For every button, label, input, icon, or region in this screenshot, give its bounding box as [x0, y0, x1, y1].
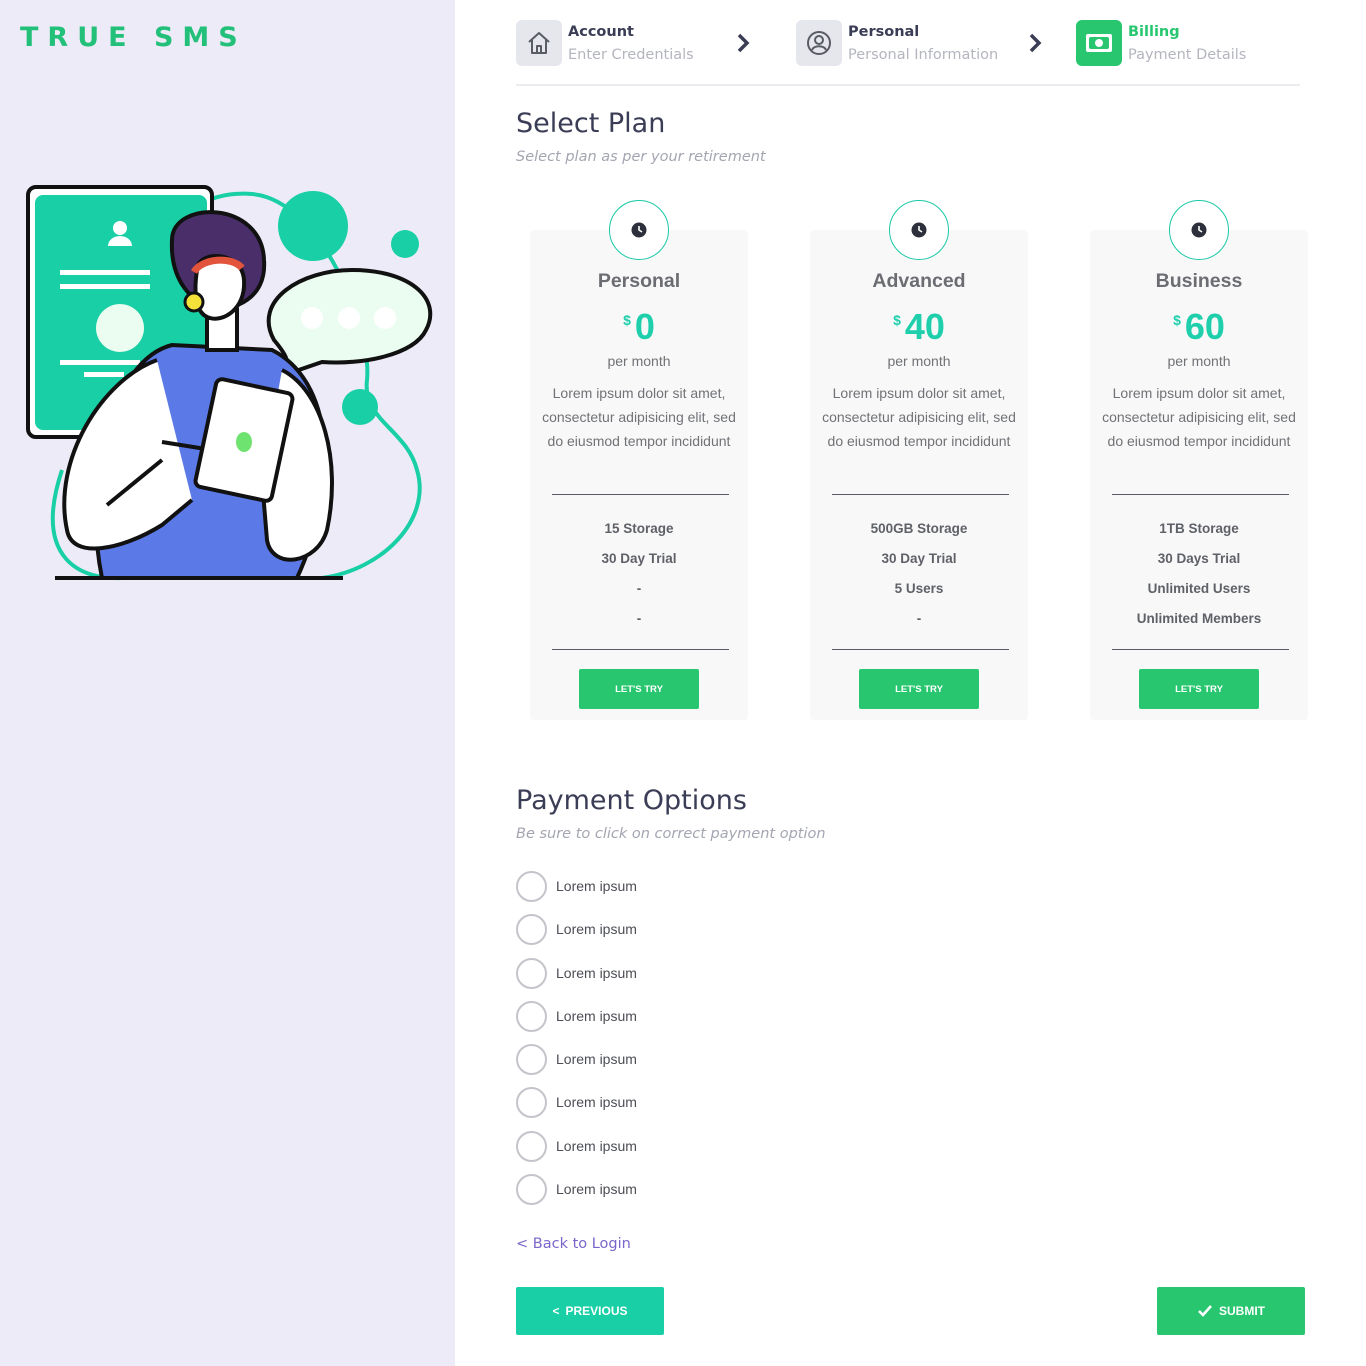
divider	[832, 494, 1009, 495]
step-subtitle: Personal Information	[848, 47, 999, 63]
clock-icon	[1169, 200, 1229, 260]
payment-section-subtitle: Be sure to click on correct payment opti…	[516, 826, 826, 842]
left-panel: TRUE SMS	[0, 0, 455, 1366]
money-bill-icon	[1076, 20, 1122, 66]
lets-try-button-advanced[interactable]: LET'S TRY	[859, 669, 979, 709]
currency-symbol: $	[623, 312, 631, 328]
step-title: Account	[568, 24, 634, 40]
currency-symbol: $	[1173, 312, 1181, 328]
previous-button-label: PREVIOUS	[565, 1304, 628, 1318]
radio-button[interactable]	[516, 1043, 547, 1075]
radio-button[interactable]	[516, 870, 547, 902]
price-amount: 40	[904, 306, 945, 347]
plan-price: $0	[530, 306, 748, 348]
payment-option-label: Lorem ipsum	[556, 1051, 637, 1067]
plan-name: Business	[1155, 270, 1243, 292]
chevron-right-icon	[1029, 33, 1042, 53]
payment-option-label: Lorem ipsum	[556, 1008, 637, 1024]
plan-card-personal: Personal $0 per month Lorem ipsum dolor …	[530, 200, 748, 720]
plan-feature: 5 Users	[894, 581, 944, 596]
payment-option-label: Lorem ipsum	[556, 1138, 637, 1154]
plan-period: per month	[887, 353, 951, 369]
plan-feature: -	[916, 611, 922, 626]
payment-option[interactable]: Lorem ipsum	[516, 870, 637, 902]
payment-option[interactable]: Lorem ipsum	[516, 1086, 637, 1118]
brand-logo: TRUE SMS	[20, 22, 247, 53]
radio-button[interactable]	[516, 1130, 547, 1162]
checkmark-icon	[1198, 1305, 1212, 1317]
plan-feature: Unlimited Users	[1147, 581, 1251, 596]
plan-feature: -	[636, 581, 642, 596]
plan-feature: 1TB Storage	[1159, 521, 1239, 536]
radio-button[interactable]	[516, 913, 547, 945]
divider	[552, 649, 729, 650]
previous-button[interactable]: < PREVIOUS	[516, 1287, 664, 1335]
chevron-left-icon: <	[552, 1304, 560, 1318]
submit-button-label: SUBMIT	[1219, 1304, 1265, 1318]
radio-button[interactable]	[516, 1000, 547, 1032]
user-circle-icon	[796, 20, 842, 66]
step-title: Billing	[1128, 24, 1180, 40]
radio-button[interactable]	[516, 1086, 547, 1118]
plan-name: Personal	[597, 270, 681, 292]
lets-try-button-business[interactable]: LET'S TRY	[1139, 669, 1259, 709]
plan-section-subtitle: Select plan as per your retirement	[516, 149, 766, 165]
plan-feature: 30 Days Trial	[1157, 551, 1241, 566]
plan-description: Lorem ipsum dolor sit amet, consectetur …	[542, 385, 736, 449]
plan-card-business: Business $60 per month Lorem ipsum dolor…	[1090, 200, 1308, 720]
clock-icon	[889, 200, 949, 260]
plan-feature: 30 Day Trial	[601, 551, 677, 566]
payment-option[interactable]: Lorem ipsum	[516, 957, 637, 989]
divider	[1112, 494, 1289, 495]
plan-price: $40	[810, 306, 1028, 348]
step-title: Personal	[848, 24, 920, 40]
payment-option[interactable]: Lorem ipsum	[516, 1130, 637, 1162]
plan-period: per month	[1167, 353, 1231, 369]
plan-name: Advanced	[872, 270, 966, 292]
divider	[1112, 649, 1289, 650]
payment-option-label: Lorem ipsum	[556, 878, 637, 894]
price-amount: 0	[634, 306, 655, 347]
payment-option-label: Lorem ipsum	[556, 1094, 637, 1110]
home-icon	[516, 20, 562, 66]
payment-section-title: Payment Options	[516, 785, 747, 816]
plan-card-advanced: Advanced $40 per month Lorem ipsum dolor…	[810, 200, 1028, 720]
payment-option[interactable]: Lorem ipsum	[516, 1173, 637, 1205]
divider	[832, 649, 1009, 650]
payment-option[interactable]: Lorem ipsum	[516, 1000, 637, 1032]
plan-period: per month	[607, 353, 671, 369]
payment-option-label: Lorem ipsum	[556, 1181, 637, 1197]
step-subtitle: Payment Details	[1128, 47, 1247, 63]
payment-option[interactable]: Lorem ipsum	[516, 913, 637, 945]
plan-feature: Unlimited Members	[1136, 611, 1262, 626]
lets-try-button-personal[interactable]: LET'S TRY	[579, 669, 699, 709]
main-content: Account Enter Credentials Personal Perso…	[455, 0, 1366, 1366]
step-subtitle: Enter Credentials	[568, 47, 694, 63]
currency-symbol: $	[893, 312, 901, 328]
clock-icon	[609, 200, 669, 260]
back-to-login-link[interactable]: < Back to Login	[516, 1236, 631, 1252]
plan-description: Lorem ipsum dolor sit amet, consectetur …	[822, 385, 1016, 449]
plan-price: $60	[1090, 306, 1308, 348]
woman-with-tablet-illustration	[26, 185, 433, 581]
plan-section-title: Select Plan	[516, 108, 666, 139]
price-amount: 60	[1184, 306, 1225, 347]
plan-feature: 500GB Storage	[870, 521, 968, 536]
divider	[552, 494, 729, 495]
plan-description: Lorem ipsum dolor sit amet, consectetur …	[1102, 385, 1296, 449]
payment-option-label: Lorem ipsum	[556, 965, 637, 981]
chevron-right-icon	[737, 33, 750, 53]
plan-feature: 30 Day Trial	[881, 551, 957, 566]
plan-feature: -	[636, 611, 642, 626]
radio-button[interactable]	[516, 957, 547, 989]
payment-option-label: Lorem ipsum	[556, 921, 637, 937]
plan-feature: 15 Storage	[604, 521, 674, 536]
radio-button[interactable]	[516, 1173, 547, 1205]
payment-option[interactable]: Lorem ipsum	[516, 1043, 637, 1075]
submit-button[interactable]: SUBMIT	[1157, 1287, 1305, 1335]
progress-stepper: Account Enter Credentials Personal Perso…	[516, 20, 1300, 86]
